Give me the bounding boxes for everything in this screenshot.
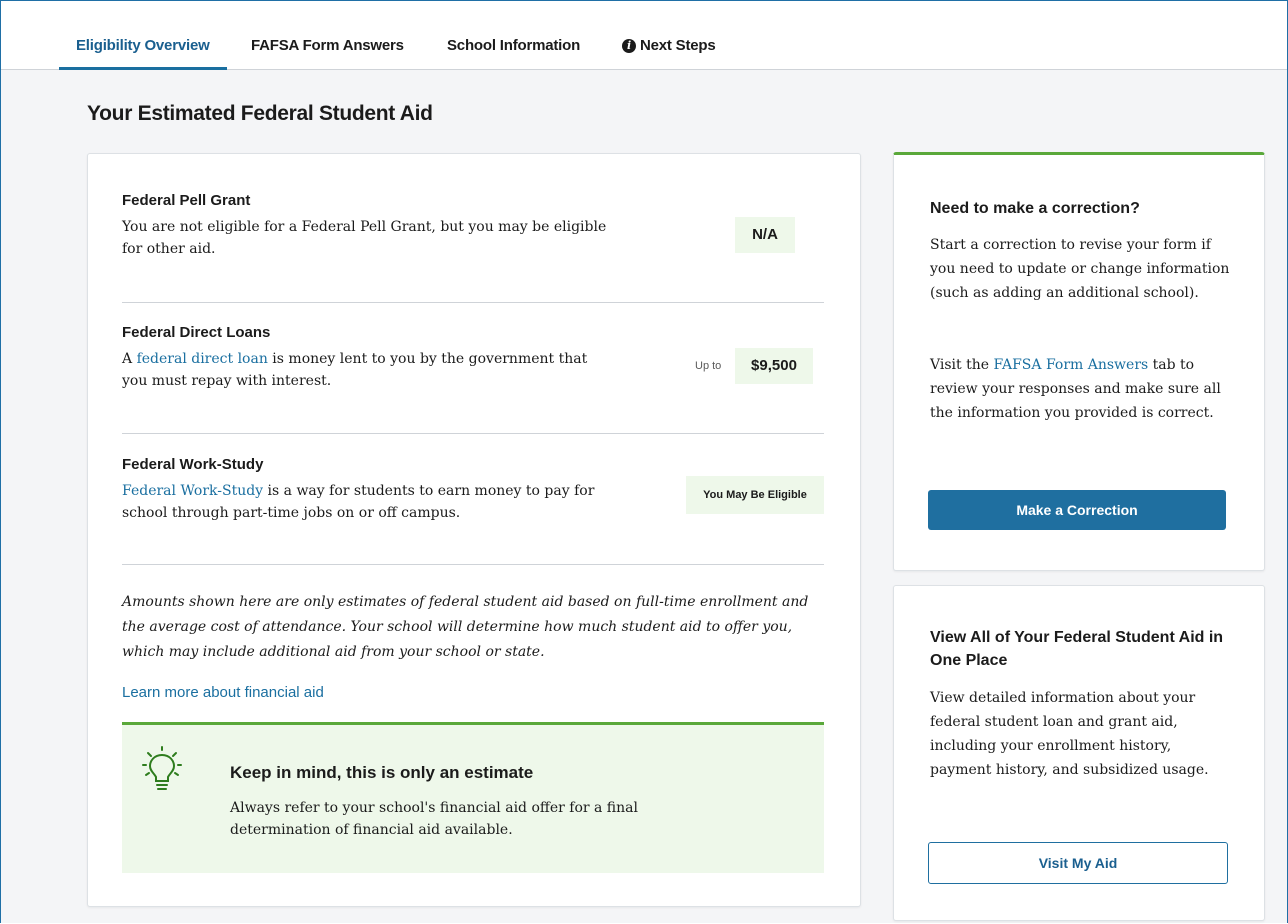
- pell-grant-row: Federal Pell Grant You are not eligible …: [122, 192, 824, 260]
- tab-label: School Information: [447, 37, 581, 54]
- tab-school-information[interactable]: School Information: [447, 37, 580, 69]
- desc-text: A: [122, 351, 137, 367]
- desc-text: Visit the: [930, 357, 994, 373]
- federal-work-study-link[interactable]: Federal Work-Study: [122, 483, 263, 499]
- tab-fafsa-form-answers[interactable]: FAFSA Form Answers: [251, 37, 404, 69]
- learn-more-link[interactable]: Learn more about financial aid: [122, 684, 324, 701]
- make-correction-button[interactable]: Make a Correction: [928, 490, 1226, 530]
- visit-title: View All of Your Federal Student Aid in …: [930, 629, 1224, 669]
- correction-title: Need to make a correction?: [930, 200, 1140, 217]
- aid-description: Federal Work-Study is a way for students…: [122, 480, 617, 524]
- lightbulb-icon: [142, 746, 182, 790]
- aid-title: Federal Direct Loans: [122, 324, 271, 341]
- aid-description: You are not eligible for a Federal Pell …: [122, 219, 607, 257]
- tab-next-steps[interactable]: i Next Steps: [622, 37, 716, 69]
- estimate-notice: Keep in mind, this is only an estimate A…: [122, 722, 824, 873]
- work-study-status-badge: You May Be Eligible: [686, 476, 824, 514]
- tab-label: FAFSA Form Answers: [251, 37, 404, 54]
- divider: [122, 564, 824, 565]
- estimate-disclaimer: Amounts shown here are only estimates of…: [122, 594, 809, 660]
- pell-value-badge: N/A: [735, 217, 795, 253]
- tab-label: Next Steps: [640, 37, 716, 54]
- info-icon: i: [622, 39, 636, 53]
- aid-title: Federal Work-Study: [122, 456, 264, 473]
- correction-card: Need to make a correction? Start a corre…: [893, 152, 1265, 571]
- page-title: Your Estimated Federal Student Aid: [87, 102, 433, 125]
- correction-instructions: Visit the FAFSA Form Answers tab to revi…: [930, 353, 1230, 425]
- federal-direct-loan-link[interactable]: federal direct loan: [137, 351, 268, 367]
- visit-text: View detailed information about your fed…: [930, 690, 1209, 778]
- visit-my-aid-button[interactable]: Visit My Aid: [928, 842, 1228, 884]
- estimate-title: Keep in mind, this is only an estimate: [230, 763, 534, 782]
- correction-text: Start a correction to revise your form i…: [930, 237, 1230, 301]
- estimate-text: Always refer to your school's financial …: [230, 800, 638, 838]
- tab-bar: Eligibility Overview FAFSA Form Answers …: [1, 1, 1287, 70]
- up-to-label: Up to: [695, 360, 722, 372]
- loans-value-badge: $9,500: [735, 348, 813, 384]
- tab-eligibility-overview[interactable]: Eligibility Overview: [59, 37, 227, 70]
- aid-description: A federal direct loan is money lent to y…: [122, 348, 617, 392]
- divider: [122, 302, 824, 303]
- aid-title: Federal Pell Grant: [122, 192, 251, 209]
- divider: [122, 433, 824, 434]
- fafsa-form-answers-link[interactable]: FAFSA Form Answers: [993, 357, 1148, 373]
- direct-loans-row: Federal Direct Loans A federal direct lo…: [122, 324, 824, 392]
- page-frame: Eligibility Overview FAFSA Form Answers …: [0, 0, 1288, 923]
- tab-label: Eligibility Overview: [76, 37, 210, 54]
- visit-my-aid-card: View All of Your Federal Student Aid in …: [893, 585, 1265, 921]
- aid-estimate-card: Federal Pell Grant You are not eligible …: [87, 153, 861, 907]
